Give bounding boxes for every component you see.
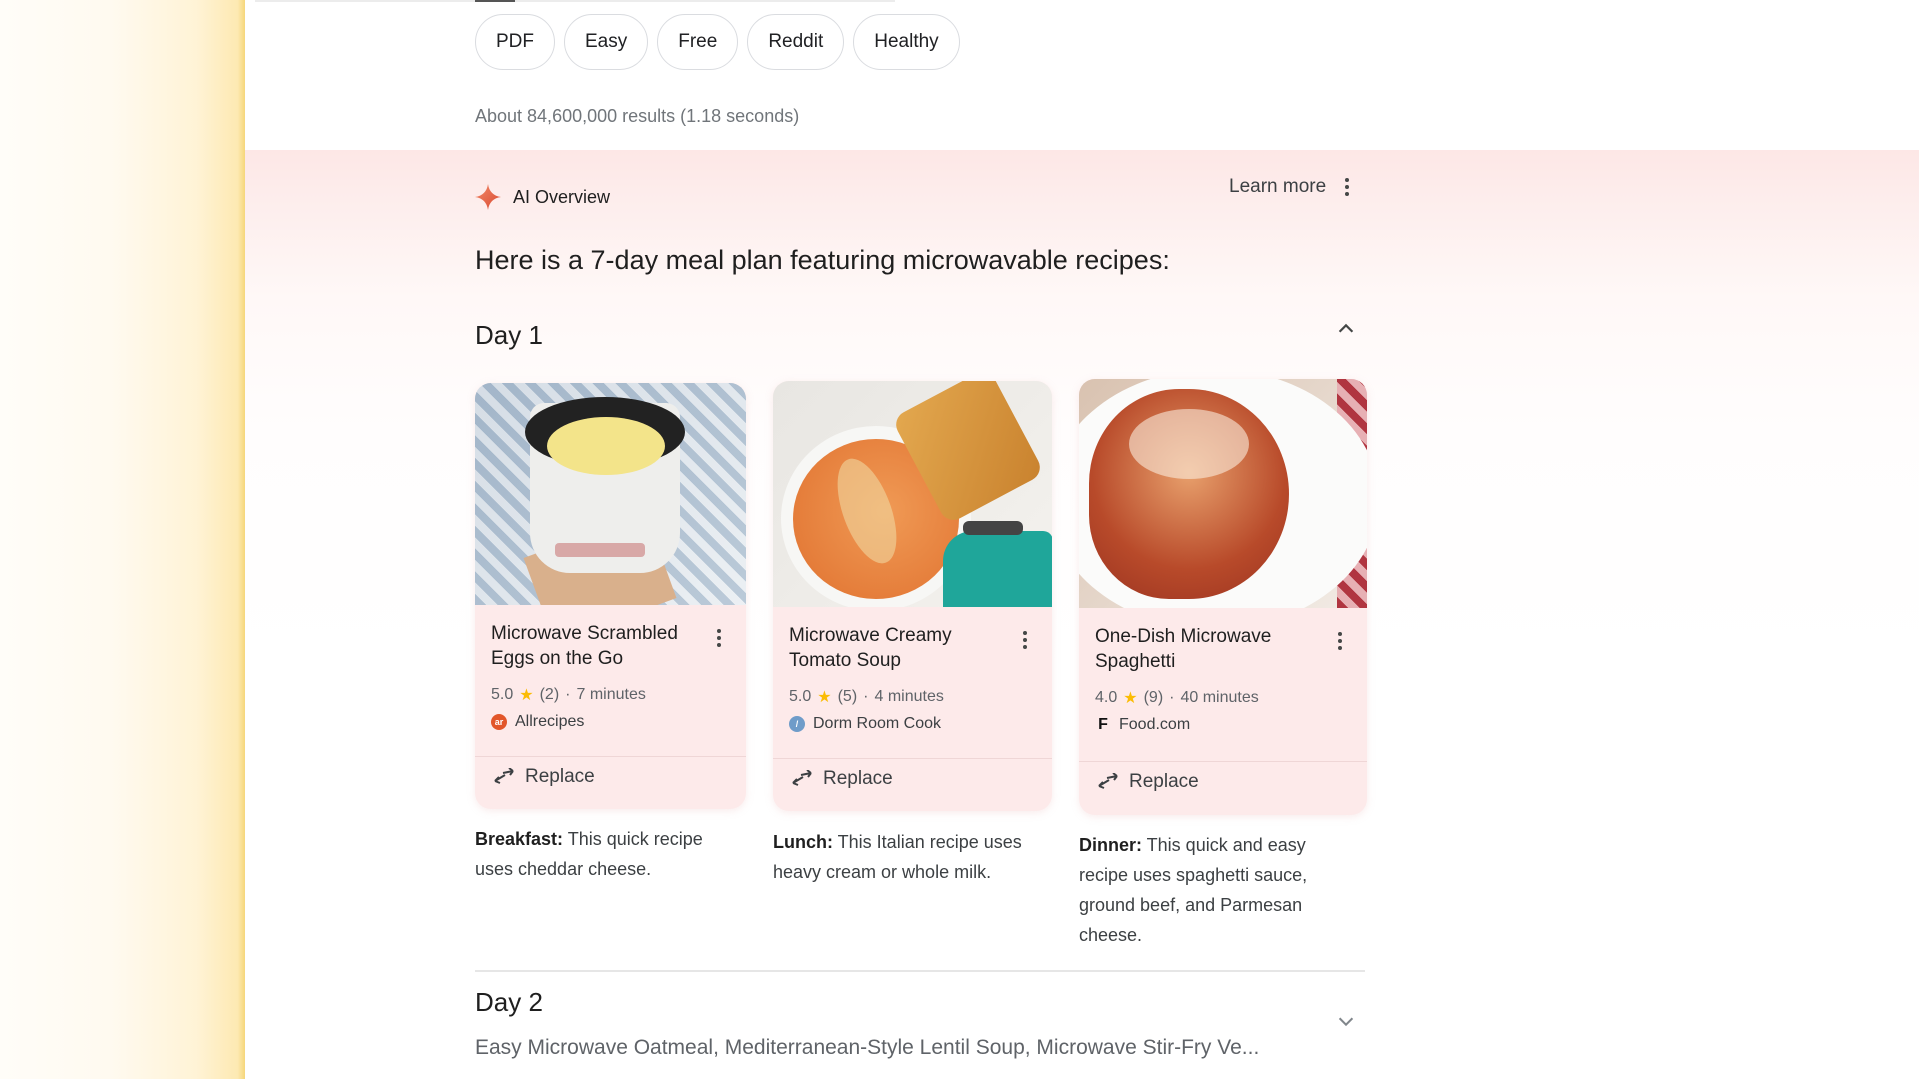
- recipe-time: 40 minutes: [1180, 689, 1259, 706]
- recipe-card[interactable]: One-Dish Microwave Spaghetti 4.0 ★ (9) ·…: [1079, 379, 1367, 815]
- card-divider: [1079, 761, 1367, 762]
- chip-healthy[interactable]: Healthy: [853, 14, 960, 70]
- star-icon: ★: [1123, 690, 1138, 707]
- day-2-title[interactable]: Day 2: [475, 987, 543, 1018]
- ai-overview-panel: AI Overview Learn more Here is a 7-day m…: [245, 150, 1919, 1079]
- recipe-title[interactable]: Microwave Creamy Tomato Soup: [789, 623, 1009, 673]
- chevron-down-icon[interactable]: [1335, 1010, 1357, 1032]
- recipe-meta: 4.0 ★ (9) · 40 minutes: [1095, 688, 1351, 708]
- replace-label: Replace: [823, 768, 893, 789]
- meal-description-dinner: Dinner: This quick and easy recipe uses …: [1079, 830, 1354, 950]
- recipe-time: 7 minutes: [576, 686, 646, 703]
- chip-reddit[interactable]: Reddit: [747, 14, 845, 70]
- recipe-reviews: (2): [539, 686, 560, 703]
- star-icon: ★: [519, 687, 534, 704]
- card-divider: [773, 758, 1052, 759]
- replace-label: Replace: [525, 766, 595, 787]
- recipe-source-name: Dorm Room Cook: [813, 715, 942, 732]
- learn-more-area: Learn more: [1229, 176, 1352, 198]
- meal-label: Breakfast:: [475, 829, 564, 849]
- ai-overview-intro: Here is a 7-day meal plan featuring micr…: [475, 245, 1170, 275]
- recipe-image-spaghetti[interactable]: [1079, 379, 1367, 608]
- allrecipes-logo-icon: ar: [491, 714, 507, 730]
- top-divider: [255, 0, 895, 2]
- chip-easy[interactable]: Easy: [564, 14, 649, 70]
- recipe-more-icon[interactable]: [714, 629, 724, 647]
- card-divider: [475, 756, 746, 757]
- recipe-reviews: (5): [837, 688, 858, 705]
- ai-overview-title: AI Overview: [513, 186, 611, 207]
- day-1-title[interactable]: Day 1: [475, 320, 543, 351]
- separator: ·: [565, 686, 571, 703]
- replace-button[interactable]: Replace: [791, 768, 893, 790]
- learn-more-link[interactable]: Learn more: [1229, 176, 1326, 198]
- sparkle-icon: [475, 184, 501, 210]
- recipe-image-scrambled-eggs[interactable]: [475, 383, 746, 605]
- chevron-up-icon[interactable]: [1335, 318, 1357, 340]
- results-stats: About 84,600,000 results (1.18 seconds): [475, 106, 800, 126]
- swap-arrows-icon: [792, 770, 812, 786]
- recipe-source[interactable]: F Food.com: [1095, 716, 1351, 734]
- recipe-rating: 4.0: [1095, 689, 1118, 706]
- replace-label: Replace: [1129, 771, 1199, 792]
- replace-button[interactable]: Replace: [1097, 771, 1199, 793]
- recipe-source[interactable]: / Dorm Room Cook: [789, 715, 1036, 733]
- ai-overview-header: AI Overview: [475, 184, 610, 210]
- recipe-title[interactable]: Microwave Scrambled Eggs on the Go: [491, 621, 711, 671]
- meal-description-lunch: Lunch: This Italian recipe uses heavy cr…: [773, 827, 1028, 887]
- chip-pdf[interactable]: PDF: [475, 14, 555, 70]
- more-options-icon[interactable]: [1342, 178, 1352, 196]
- food-com-logo-icon: F: [1098, 716, 1108, 733]
- recipe-card[interactable]: Microwave Scrambled Eggs on the Go 5.0 ★…: [475, 383, 746, 809]
- chip-free[interactable]: Free: [657, 14, 739, 70]
- search-results-page: PDF Easy Free Reddit Healthy About 84,60…: [245, 0, 1919, 1079]
- recipe-title[interactable]: One-Dish Microwave Spaghetti: [1095, 624, 1315, 674]
- recipe-rating: 5.0: [491, 686, 514, 703]
- recipe-reviews: (9): [1143, 689, 1164, 706]
- meal-label: Dinner:: [1079, 835, 1142, 855]
- filter-chips: PDF Easy Free Reddit Healthy: [475, 14, 960, 70]
- recipe-source-name: Food.com: [1119, 716, 1191, 733]
- recipe-more-icon[interactable]: [1335, 632, 1345, 650]
- recipe-meta: 5.0 ★ (2) · 7 minutes: [491, 685, 730, 705]
- swap-arrows-icon: [1098, 773, 1118, 789]
- active-tab-indicator: [475, 0, 515, 2]
- day-2-summary: Easy Microwave Oatmeal, Mediterranean-St…: [475, 1036, 1260, 1059]
- meal-label: Lunch:: [773, 832, 833, 852]
- background-left-strip: [0, 0, 245, 1079]
- day-divider: [475, 970, 1365, 972]
- replace-button[interactable]: Replace: [493, 766, 595, 788]
- swap-arrows-icon: [494, 768, 514, 784]
- recipe-source-name: Allrecipes: [515, 713, 585, 730]
- recipe-source[interactable]: ar Allrecipes: [491, 713, 730, 731]
- star-icon: ★: [817, 689, 832, 706]
- recipe-image-tomato-soup[interactable]: [773, 381, 1052, 607]
- recipe-meta: 5.0 ★ (5) · 4 minutes: [789, 687, 1036, 707]
- recipe-rating: 5.0: [789, 688, 812, 705]
- dorm-room-cook-logo-icon: /: [789, 716, 805, 732]
- recipe-time: 4 minutes: [874, 688, 944, 705]
- recipe-card[interactable]: Microwave Creamy Tomato Soup 5.0 ★ (5) ·…: [773, 381, 1052, 811]
- separator: ·: [1169, 689, 1175, 706]
- separator: ·: [863, 688, 869, 705]
- recipe-more-icon[interactable]: [1020, 631, 1030, 649]
- meal-description-breakfast: Breakfast: This quick recipe uses chedda…: [475, 824, 735, 884]
